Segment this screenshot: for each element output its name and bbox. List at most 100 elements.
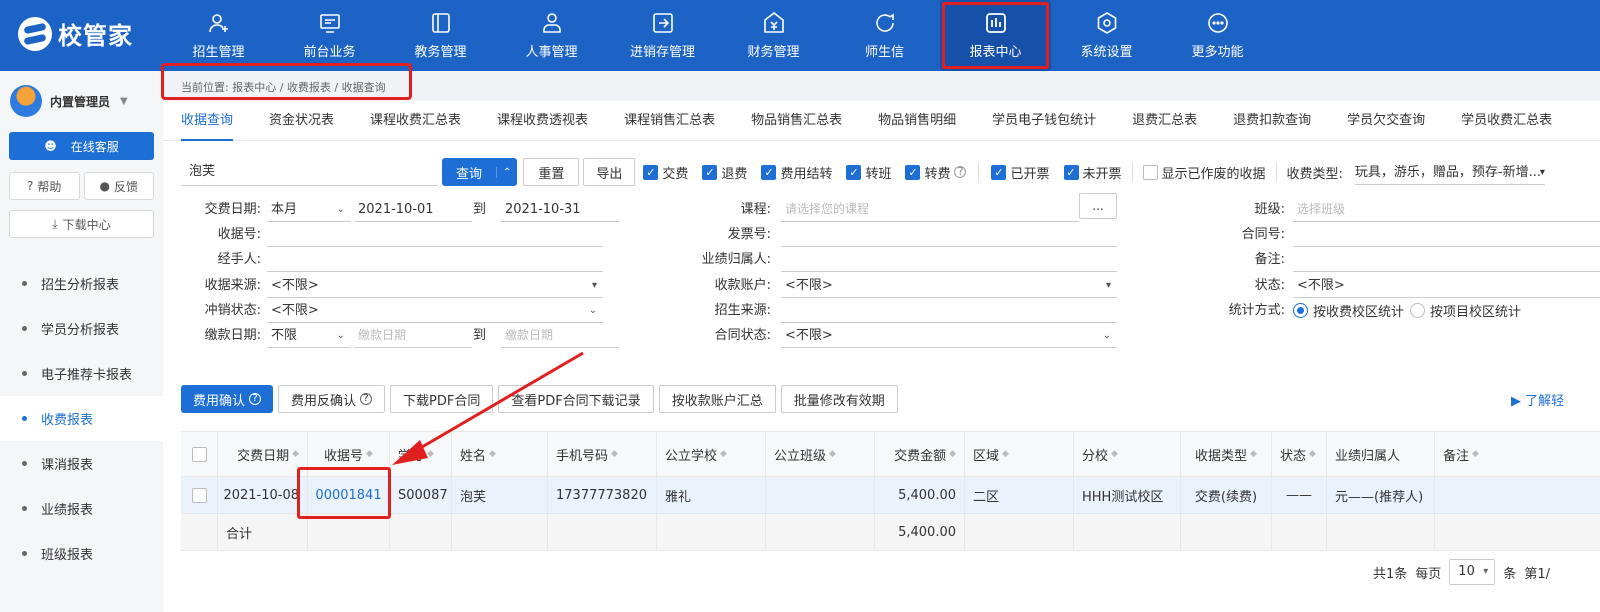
check-transfer-class[interactable]: ✓ 转班 bbox=[846, 163, 891, 182]
chevron-up-icon[interactable]: ⌃ bbox=[496, 166, 517, 178]
receipt-no-link[interactable]: 00001841 bbox=[315, 488, 381, 503]
user-menu[interactable]: 内置管理员 ▼ bbox=[10, 85, 128, 117]
check-show-void[interactable]: 显示已作废的收据 bbox=[1142, 163, 1266, 182]
sidebar-item-lesson-consumption[interactable]: 课消报表 bbox=[0, 441, 163, 486]
receipt-no-input[interactable] bbox=[267, 222, 603, 247]
row-checkbox[interactable] bbox=[181, 477, 218, 513]
app-logo[interactable]: 校管家 bbox=[18, 16, 133, 51]
nav-report-center[interactable]: 报表中心 bbox=[940, 0, 1051, 71]
tab-course-fee-pivot[interactable]: 课程收费透视表 bbox=[497, 101, 588, 141]
sidebar-item-class-report[interactable]: 班级报表 bbox=[0, 531, 163, 576]
nav-enrollment[interactable]: 招生管理 bbox=[163, 0, 274, 71]
batch-edit-validity-button[interactable]: 批量修改有效期 bbox=[780, 385, 898, 413]
tab-course-fee-summary[interactable]: 课程收费汇总表 bbox=[370, 101, 461, 141]
course-input[interactable]: 请选择您的课程 bbox=[781, 197, 1079, 222]
sidebar-item-student-analysis[interactable]: 学员分析报表 bbox=[0, 306, 163, 351]
contract-status-select[interactable]: <不限> ⌄ bbox=[781, 323, 1117, 348]
tab-course-sales-summary[interactable]: 课程销售汇总表 bbox=[624, 101, 715, 141]
handler-input[interactable] bbox=[267, 247, 603, 272]
query-button[interactable]: 查询 ⌃ bbox=[442, 158, 518, 186]
pay-date-to-input[interactable]: 2021-10-31 bbox=[501, 197, 619, 222]
nav-settings[interactable]: 系统设置 bbox=[1051, 0, 1162, 71]
reset-button[interactable]: 重置 bbox=[523, 158, 580, 186]
nav-hr[interactable]: 人事管理 bbox=[496, 0, 607, 71]
col-status[interactable]: 状态 ◆ bbox=[1272, 432, 1327, 476]
contract-no-input[interactable] bbox=[1293, 222, 1600, 247]
col-public-school[interactable]: 公立学校 ◆ bbox=[657, 432, 766, 476]
tab-goods-sales-summary[interactable]: 物品销售汇总表 bbox=[751, 101, 842, 141]
sidebar-item-enrollment-analysis[interactable]: 招生分析报表 bbox=[0, 261, 163, 306]
online-service-button[interactable]: ☻ 在线客服 bbox=[9, 132, 154, 160]
remark-input[interactable] bbox=[1293, 247, 1600, 272]
deposit-date-period-select[interactable]: 不限 ⌄ bbox=[267, 323, 351, 348]
enroll-source-input[interactable] bbox=[781, 298, 1117, 323]
export-button[interactable]: 导出 bbox=[583, 158, 636, 186]
check-pay[interactable]: ✓ 交费 bbox=[643, 163, 688, 182]
nav-inventory[interactable]: 进销存管理 bbox=[607, 0, 718, 71]
tab-refund-summary[interactable]: 退费汇总表 bbox=[1132, 101, 1197, 141]
fee-unconfirm-button[interactable]: 费用反确认? bbox=[278, 385, 386, 413]
col-public-class[interactable]: 公立班级 ◆ bbox=[766, 432, 875, 476]
receipt-type-select[interactable]: 玩具，游乐，赠品，预存-新增... ▾ bbox=[1354, 160, 1545, 185]
nav-more[interactable]: 更多功能 bbox=[1162, 0, 1273, 71]
course-picker-button[interactable]: ... bbox=[1079, 193, 1117, 219]
receipt-source-select[interactable]: <不限> ▾ bbox=[267, 273, 603, 298]
tab-student-fee-summary[interactable]: 学员收费汇总表 bbox=[1461, 101, 1552, 141]
download-center-button[interactable]: ⤓ 下载中心 bbox=[9, 210, 154, 238]
tab-receipt-query[interactable]: 收据查询 bbox=[181, 101, 234, 141]
tab-fund-status[interactable]: 资金状况表 bbox=[269, 101, 334, 141]
help-button[interactable]: ? 帮助 bbox=[9, 172, 80, 200]
tab-refund-deduction[interactable]: 退费扣款查询 bbox=[1233, 101, 1311, 141]
select-all-checkbox[interactable] bbox=[181, 432, 218, 476]
col-receipt-no[interactable]: 收据号 ◆ bbox=[308, 432, 390, 476]
col-amount[interactable]: 交费金额 ◆ bbox=[875, 432, 965, 476]
check-invoiced[interactable]: ✓ 已开票 bbox=[991, 163, 1050, 182]
deposit-date-from-input[interactable]: 缴款日期 bbox=[354, 323, 472, 348]
tab-wallet-stats[interactable]: 学员电子钱包统计 bbox=[992, 101, 1096, 141]
writeoff-select[interactable]: <不限> ⌄ bbox=[267, 298, 603, 323]
check-carryover[interactable]: ✓ 费用结转 bbox=[761, 163, 832, 182]
sidebar-item-referral-card[interactable]: 电子推荐卡报表 bbox=[0, 351, 163, 396]
sidebar-item-fee-report[interactable]: 收费报表 bbox=[0, 396, 163, 441]
tab-goods-sales-detail[interactable]: 物品销售明细 bbox=[878, 101, 956, 141]
tab-arrears-query[interactable]: 学员欠交查询 bbox=[1347, 101, 1425, 141]
sidebar-item-performance[interactable]: 业绩报表 bbox=[0, 486, 163, 531]
pay-date-period-select[interactable]: 本月 ⌄ bbox=[267, 197, 351, 222]
pay-date-from-input[interactable]: 2021-10-01 bbox=[354, 197, 472, 222]
fee-confirm-button[interactable]: 费用确认? bbox=[181, 385, 274, 413]
summary-by-account-button[interactable]: 按收款账户汇总 bbox=[658, 385, 776, 413]
invoice-input[interactable] bbox=[781, 222, 1117, 247]
radio-by-fee-campus[interactable]: 按收费校区统计 bbox=[1293, 301, 1404, 320]
view-pdf-log-button[interactable]: 查看PDF合同下载记录 bbox=[498, 385, 654, 413]
page-size-select[interactable]: 10 bbox=[1449, 559, 1496, 585]
account-select[interactable]: <不限> ▾ bbox=[781, 273, 1117, 298]
col-branch[interactable]: 分校 ◆ bbox=[1074, 432, 1181, 476]
check-not-invoiced[interactable]: ✓ 未开票 bbox=[1063, 163, 1122, 182]
col-student-no[interactable]: 学号 ◆ bbox=[390, 432, 452, 476]
col-receipt-type[interactable]: 收据类型 ◆ bbox=[1181, 432, 1272, 476]
col-perf-owner[interactable]: 业绩归属人 bbox=[1327, 432, 1435, 476]
class-input[interactable]: 选择班级 bbox=[1293, 197, 1600, 222]
nav-finance[interactable]: 财务管理 bbox=[718, 0, 829, 71]
question-icon[interactable]: ? bbox=[954, 166, 967, 178]
keyword-input[interactable]: 泡芙 bbox=[181, 158, 438, 186]
download-pdf-contract-button[interactable]: 下载PDF合同 bbox=[390, 385, 494, 413]
table-row[interactable]: 2021-10-08 00001841 S00087 泡芙 1737777382… bbox=[181, 477, 1600, 514]
feedback-button[interactable]: ● 反馈 bbox=[83, 172, 154, 200]
col-region[interactable]: 区域 ◆ bbox=[965, 432, 1074, 476]
nav-academic[interactable]: 教务管理 bbox=[385, 0, 496, 71]
status-select[interactable]: <不限> bbox=[1293, 273, 1600, 298]
col-name[interactable]: 姓名 ◆ bbox=[452, 432, 548, 476]
check-refund[interactable]: ✓ 退费 bbox=[702, 163, 747, 182]
nav-messaging[interactable]: 师生信 bbox=[829, 0, 940, 71]
cell-receipt-no[interactable]: 00001841 bbox=[308, 477, 390, 513]
perf-owner-input[interactable] bbox=[781, 247, 1117, 272]
deposit-date-to-input[interactable]: 缴款日期 bbox=[501, 323, 619, 348]
col-remark[interactable]: 备注 ◆ bbox=[1435, 432, 1600, 476]
col-pay-date[interactable]: 交费日期 ◆ bbox=[218, 432, 308, 476]
check-transfer-fee[interactable]: ✓ 转费? bbox=[905, 163, 967, 182]
learn-more-link[interactable]: ▶ 了解轻 bbox=[1511, 390, 1564, 409]
col-phone[interactable]: 手机号码 ◆ bbox=[548, 432, 657, 476]
radio-by-project-campus[interactable]: 按项目校区统计 bbox=[1410, 301, 1521, 320]
nav-front-desk[interactable]: 前台业务 bbox=[274, 0, 385, 71]
